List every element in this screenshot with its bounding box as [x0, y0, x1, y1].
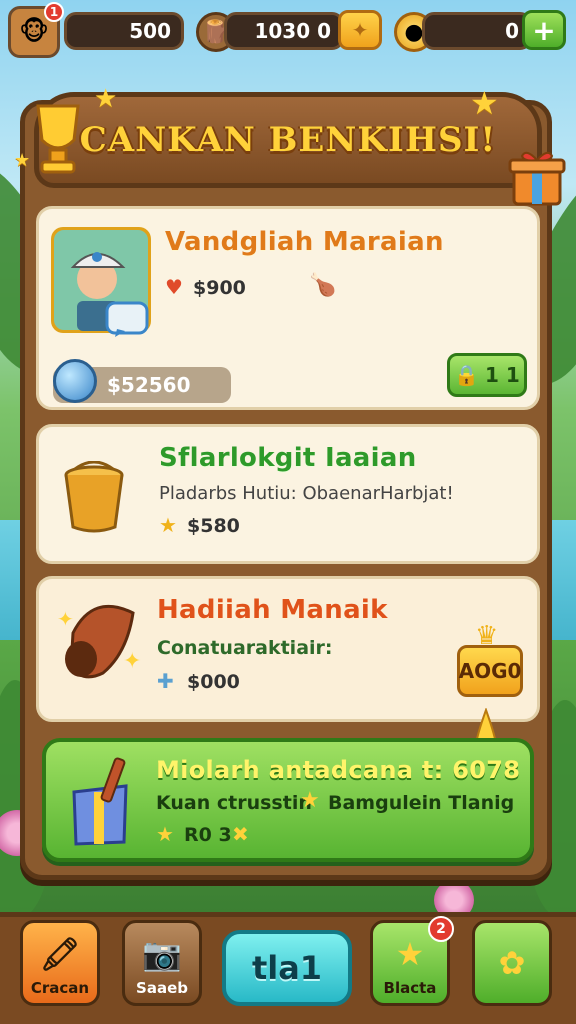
card-2-price: $580: [187, 515, 240, 537]
nav-button-puzzle[interactable]: ✿: [472, 920, 552, 1006]
star-icon: ★: [470, 84, 499, 122]
nav-label-1: Cracan: [30, 979, 90, 997]
card-4-subtitle: Kuan ctrusstin: [156, 792, 312, 814]
gem-icon: ✚: [157, 669, 174, 693]
blue-orb-icon: [53, 359, 97, 403]
challenge-card-3[interactable]: ✦ ✦ Hadiiah Manaik Conatuaraktiair: ✚ $0…: [36, 576, 540, 722]
card-2-subtitle: Pladarbs Hutiu: ObaenarHarbjat!: [159, 483, 454, 504]
gift-box-icon: [508, 151, 566, 206]
card-3-price: $000: [187, 671, 240, 693]
crayon-icon: 🖍: [39, 935, 81, 973]
card-3-claim-button[interactable]: AOG0: [457, 645, 523, 697]
avatar-notification-badge: 1: [44, 2, 64, 22]
card-1-button-label: 1 1: [485, 363, 520, 387]
resource-counter-1: 500: [64, 12, 184, 50]
top-resource-bar: 🐵 1 500 🪵 1030 0 ✦ ● 0 +: [8, 2, 568, 58]
chat-bubble-icon: [105, 301, 149, 337]
card-1-title: Vandgliah Maraian: [165, 227, 444, 257]
gift-box-icon: [72, 757, 128, 846]
star-icon: ★: [300, 788, 320, 813]
heart-icon: ♥: [165, 275, 183, 299]
challenge-card-1[interactable]: Vandgliah Maraian ♥ $900 🍗 $52560 🔒 1 1: [36, 206, 540, 410]
resource-counter-2: 1030 0: [224, 12, 344, 50]
nav-button-saaeb[interactable]: 📷 Saaeb: [122, 920, 202, 1006]
page-title: CANKAN BENKIHSI!: [79, 120, 497, 160]
nav-label-4: Blacta: [383, 979, 437, 997]
star-badge-icon: ★: [395, 935, 425, 973]
challenge-card-2[interactable]: Sflarlokgit Iaaian Pladarbs Hutiu: Obaen…: [36, 424, 540, 564]
card-3-subtitle: Conatuaraktiair:: [157, 637, 333, 659]
card-4-title: Miolarh antadcana t: 6078: [156, 756, 521, 784]
sparkle-icon: ✦: [123, 649, 142, 674]
plus-icon: +: [532, 13, 556, 47]
trophy-icon: [36, 104, 80, 174]
card-1-unlock-button[interactable]: 🔒 1 1: [447, 353, 527, 397]
card-4-reward: R0 3: [184, 824, 232, 846]
card-4-subtitle-2: Bamgulein Tlanig: [328, 792, 515, 814]
star-icon: ★: [156, 822, 174, 846]
sparkle-icon: ✦: [57, 607, 74, 631]
star-icon: ★: [14, 150, 31, 171]
star-icon: ★: [159, 513, 177, 537]
play-label: tla1: [251, 949, 323, 987]
star-icon: ★: [94, 84, 118, 114]
lock-icon: 🔒: [454, 363, 480, 387]
bow-icon: ✖: [232, 822, 249, 846]
bone-icon: 🍗: [309, 273, 337, 298]
special-reward-card[interactable]: Miolarh antadcana t: 6078 Kuan ctrusstin…: [42, 738, 534, 862]
play-button[interactable]: tla1: [222, 930, 352, 1006]
resource-value-2: 1030 0: [254, 19, 331, 43]
crown-icon: ♛: [475, 621, 499, 651]
puzzle-icon: ✿: [498, 944, 526, 982]
resource-counter-3: 0: [422, 12, 532, 50]
nav-label-2: Saaeb: [136, 979, 188, 997]
resource-value-1: 500: [129, 19, 171, 43]
nav-notification-badge: 2: [428, 916, 454, 942]
card-3-title: Hadiiah Manaik: [157, 595, 388, 625]
card-3-button-label: AOG0: [458, 659, 522, 683]
gold-chest-icon[interactable]: ✦: [338, 10, 382, 50]
camera-icon: 📷: [142, 935, 182, 973]
nav-button-cracan[interactable]: 🖍 Cracan: [20, 920, 100, 1006]
card-1-progress-value: $52560: [107, 373, 191, 397]
card-2-title: Sflarlokgit Iaaian: [159, 443, 417, 473]
monkey-avatar-icon: 🐵: [18, 17, 50, 47]
resource-value-3: 0: [505, 19, 519, 43]
bucket-icon: [64, 461, 124, 533]
add-coins-button[interactable]: +: [522, 10, 566, 50]
card-1-price: $900: [193, 277, 246, 299]
